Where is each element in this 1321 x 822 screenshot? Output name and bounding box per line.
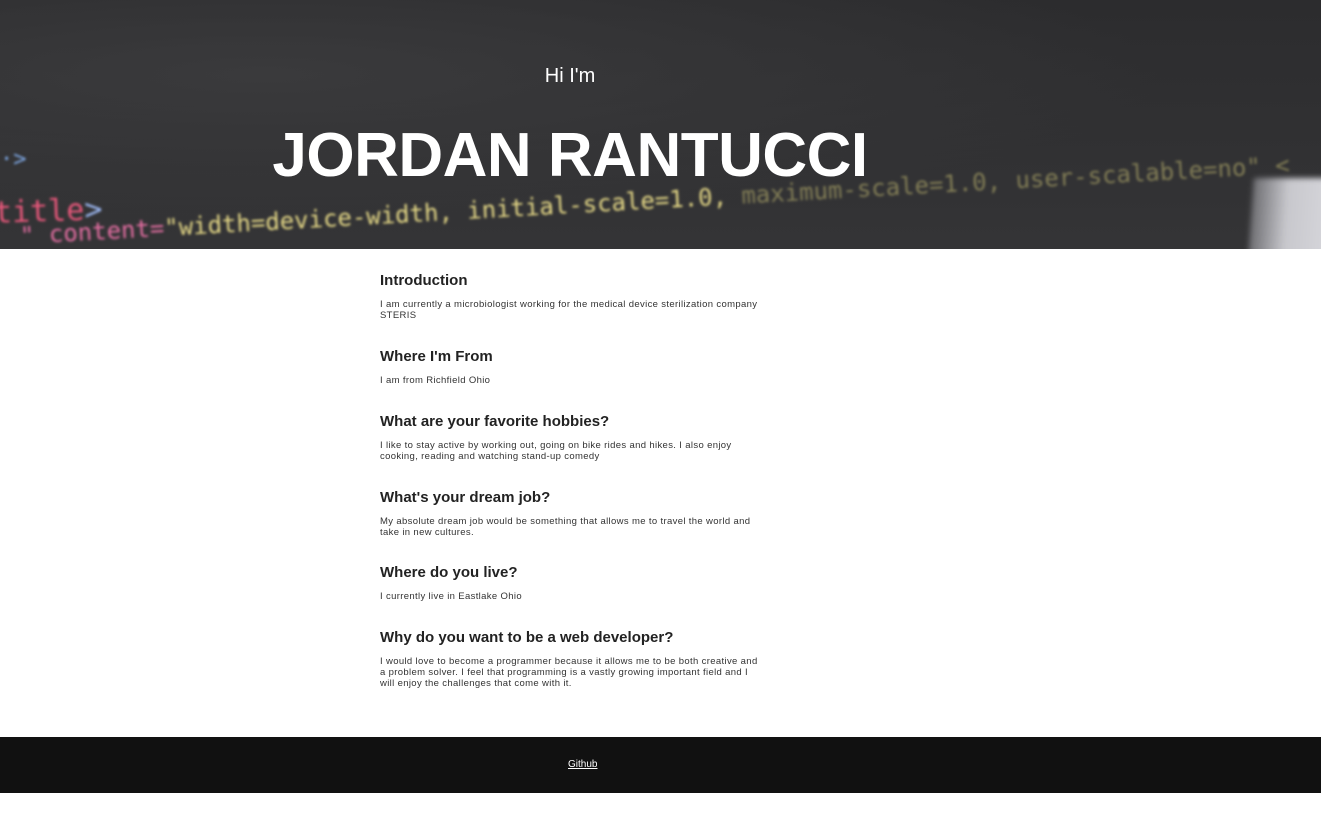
section-heading: Where I'm From: [380, 348, 493, 365]
section-heading: Where do you live?: [380, 564, 518, 581]
hero-banner: ·> title> " content="width=device-width,…: [0, 0, 1321, 249]
section-where-live: Where do you live? I currently live in E…: [380, 564, 765, 602]
section-where-from: Where I'm From I am from Richfield Ohio: [380, 348, 765, 386]
section-text: I currently live in Eastlake Ohio: [380, 591, 522, 602]
about-content: Introduction I am currently a microbiolo…: [380, 272, 765, 689]
section-text: I would love to become a programmer beca…: [380, 656, 758, 689]
hero-bg-blur-panel: [1248, 178, 1321, 249]
section-heading: What are your favorite hobbies?: [380, 413, 610, 430]
section-dream-job: What's your dream job? My absolute dream…: [380, 489, 765, 538]
hero-greeting: Hi I'm: [544, 65, 596, 87]
section-text: I like to stay active by working out, go…: [380, 440, 732, 462]
section-hobbies: What are your favorite hobbies? I like t…: [380, 413, 765, 462]
hero-name: JORDAN RANTUCCI: [272, 120, 868, 190]
section-web-developer: Why do you want to be a web developer? I…: [380, 629, 765, 689]
section-text: I am currently a microbiologist working …: [380, 299, 758, 321]
section-heading: What's your dream job?: [380, 489, 551, 506]
page-footer: Github: [0, 737, 1321, 793]
github-link[interactable]: Github: [568, 759, 597, 770]
section-introduction: Introduction I am currently a microbiolo…: [380, 272, 765, 321]
section-text: I am from Richfield Ohio: [380, 375, 491, 386]
section-heading: Why do you want to be a web developer?: [380, 629, 674, 646]
section-text: My absolute dream job would be something…: [380, 516, 751, 538]
section-heading: Introduction: [380, 272, 468, 289]
